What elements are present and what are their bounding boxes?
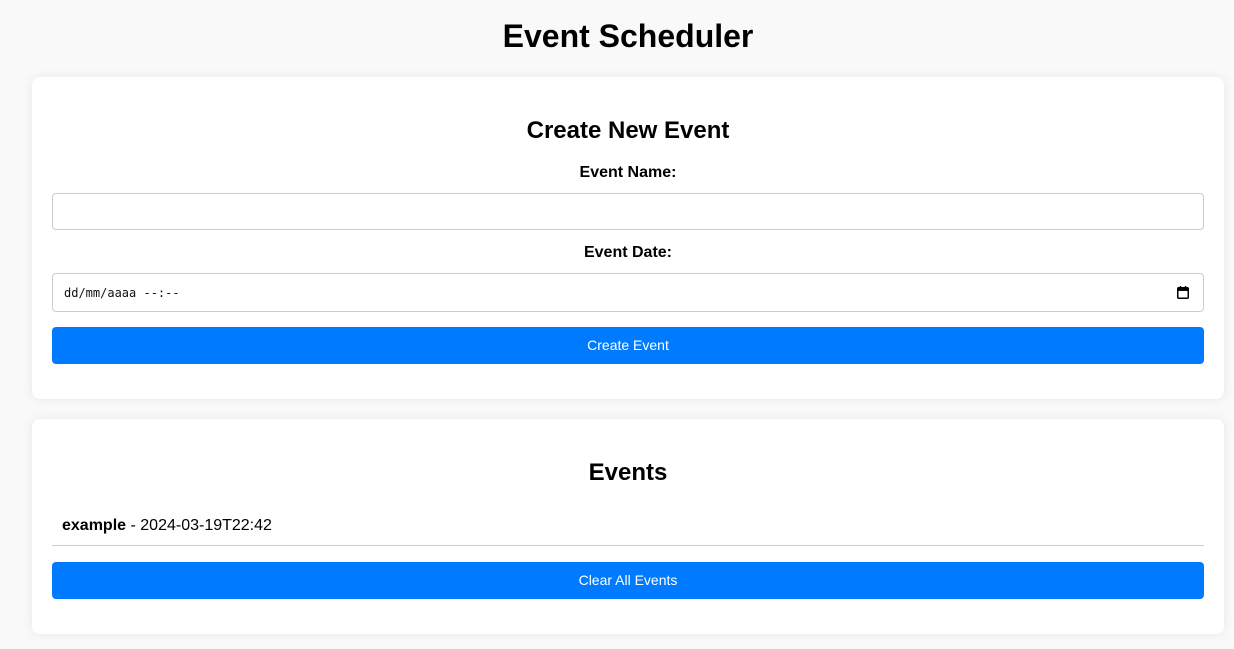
event-name-label: Event Name: bbox=[579, 164, 677, 181]
event-date-label: Event Date: bbox=[583, 244, 673, 261]
event-datetime: 2024-03-19T22:42 bbox=[140, 517, 272, 534]
events-card: Events example - 2024-03-19T22:42 Clear … bbox=[32, 419, 1224, 634]
event-list-item: example - 2024-03-19T22:42 bbox=[52, 508, 1204, 546]
events-heading: Events bbox=[588, 459, 668, 486]
event-date-input[interactable]: dd/mm/aaaa --:-- bbox=[52, 273, 1204, 312]
create-event-heading: Create New Event bbox=[526, 117, 730, 144]
event-date-placeholder: dd/mm/aaaa --:-- bbox=[64, 286, 180, 300]
clear-all-events-button[interactable]: Clear All Events bbox=[52, 562, 1204, 599]
event-name: example bbox=[62, 517, 127, 534]
event-separator: - bbox=[126, 517, 141, 534]
create-event-button[interactable]: Create Event bbox=[52, 327, 1204, 364]
calendar-icon[interactable] bbox=[1177, 286, 1189, 299]
event-name-input[interactable] bbox=[52, 193, 1204, 230]
create-event-card: Create New Event Event Name: Event Date:… bbox=[32, 77, 1224, 399]
page-title: Event Scheduler bbox=[502, 18, 754, 54]
